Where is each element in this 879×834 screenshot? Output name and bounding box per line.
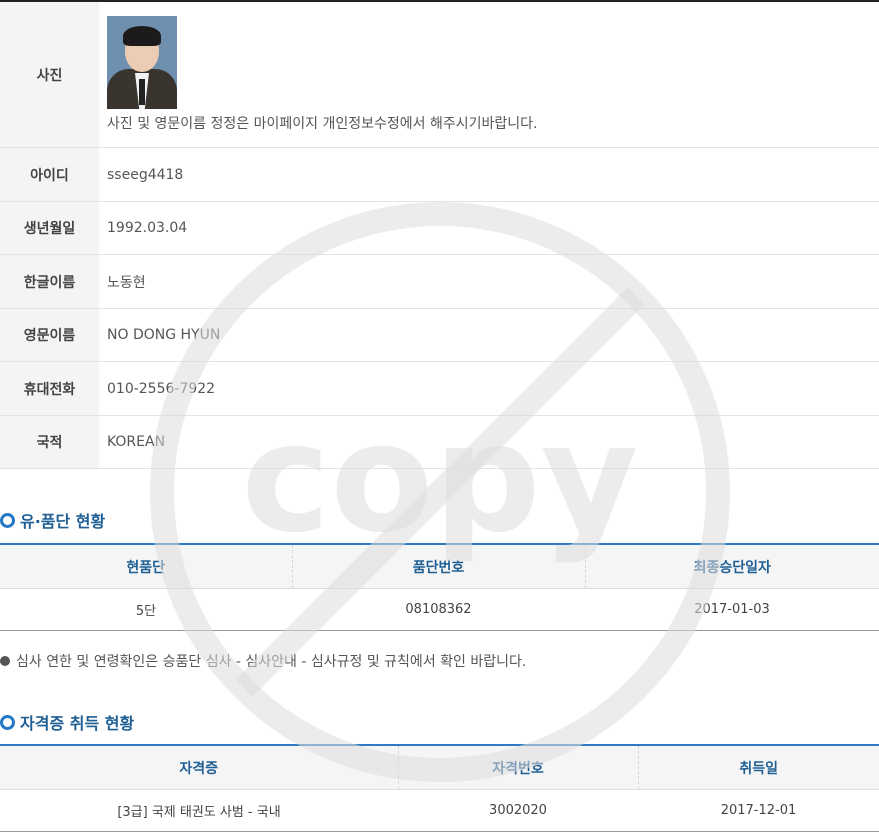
profile-label: 아이디 (0, 148, 99, 201)
profile-row-photo: 사진 사진 및 영문이름 정정은 마이페이지 개인정보수정에서 해주시기바랍니다… (0, 2, 879, 148)
column-header: 자격증 (0, 744, 398, 790)
profile-label: 사진 (0, 2, 99, 147)
photo-note: 사진 및 영문이름 정정은 마이페이지 개인정보수정에서 해주시기바랍니다. (107, 116, 538, 132)
table-header-row: 자격증 자격번호 취득일 (0, 744, 879, 790)
profile-row-id: 아이디 sseeg4418 (0, 148, 879, 202)
profile-label: 한글이름 (0, 255, 99, 308)
table-cell: 5단 (0, 588, 292, 631)
column-header: 품단번호 (291, 543, 585, 589)
profile-label: 영문이름 (0, 309, 99, 361)
profile-value: 노동현 (107, 274, 146, 291)
profile-value: KOREAN (107, 434, 166, 450)
column-header: 취득일 (637, 744, 879, 790)
profile-value: 1992.03.04 (107, 220, 188, 236)
section-title-text: 유·품단 현황 (20, 512, 106, 531)
profile-label: 생년월일 (0, 202, 99, 254)
table-header-row: 현품단 품단번호 최종승단일자 (0, 543, 879, 589)
table-cell: 08108362 (292, 588, 585, 631)
column-header: 자격번호 (397, 744, 638, 790)
profile-row-birthdate: 생년월일 1992.03.04 (0, 202, 879, 255)
bullet-dot-icon (0, 656, 10, 666)
profile-row-english-name: 영문이름 NO DONG HYUN (0, 309, 879, 362)
profile-value: NO DONG HYUN (107, 327, 221, 343)
certificate-status-table: 자격증 자격번호 취득일 [3급] 국제 태권도 사범 - 국내 3002020… (0, 744, 879, 832)
column-header: 최종승단일자 (584, 543, 879, 589)
bullet-ring-icon (0, 714, 15, 730)
bullet-ring-icon (0, 512, 15, 528)
table-row: 5단 08108362 2017-01-03 (0, 588, 879, 631)
profile-value: 010-2556-7922 (107, 380, 216, 397)
profile-row-mobile: 휴대전화 010-2556-7922 (0, 362, 879, 416)
table-cell: [3급] 국제 태권도 사범 - 국내 (0, 789, 398, 832)
table-cell: 2017-01-03 (585, 588, 879, 631)
profile-label: 국적 (0, 416, 99, 468)
profile-row-korean-name: 한글이름 노동현 (0, 255, 879, 309)
profile-row-nationality: 국적 KOREAN (0, 416, 879, 469)
dan-status-table: 현품단 품단번호 최종승단일자 5단 08108362 2017-01-03 (0, 543, 879, 631)
notice-message: 심사 연한 및 연령확인은 승품단 심사 - 심사안내 - 심사규정 및 규칙에… (16, 654, 527, 670)
dan-status-title: 유·품단 현황 (0, 508, 105, 532)
table-cell: 3002020 (398, 789, 638, 832)
profile-value: sseeg4418 (107, 166, 184, 183)
table-cell: 2017-12-01 (638, 789, 879, 832)
column-header: 현품단 (0, 543, 292, 589)
section-title-text: 자격증 취득 현황 (20, 714, 135, 733)
profile-photo-cell: 사진 및 영문이름 정정은 마이페이지 개인정보수정에서 해주시기바랍니다. (99, 2, 879, 147)
profile-photo (107, 16, 177, 109)
table-row: [3급] 국제 태권도 사범 - 국내 3002020 2017-12-01 (0, 789, 879, 832)
notice-text: 심사 연한 및 연령확인은 승품단 심사 - 심사안내 - 심사규정 및 규칙에… (0, 651, 526, 671)
certificate-status-title: 자격증 취득 현황 (0, 710, 134, 734)
profile-label: 휴대전화 (0, 362, 99, 415)
member-profile-table: 사진 사진 및 영문이름 정정은 마이페이지 개인정보수정에서 해주시기바랍니다… (0, 2, 879, 469)
